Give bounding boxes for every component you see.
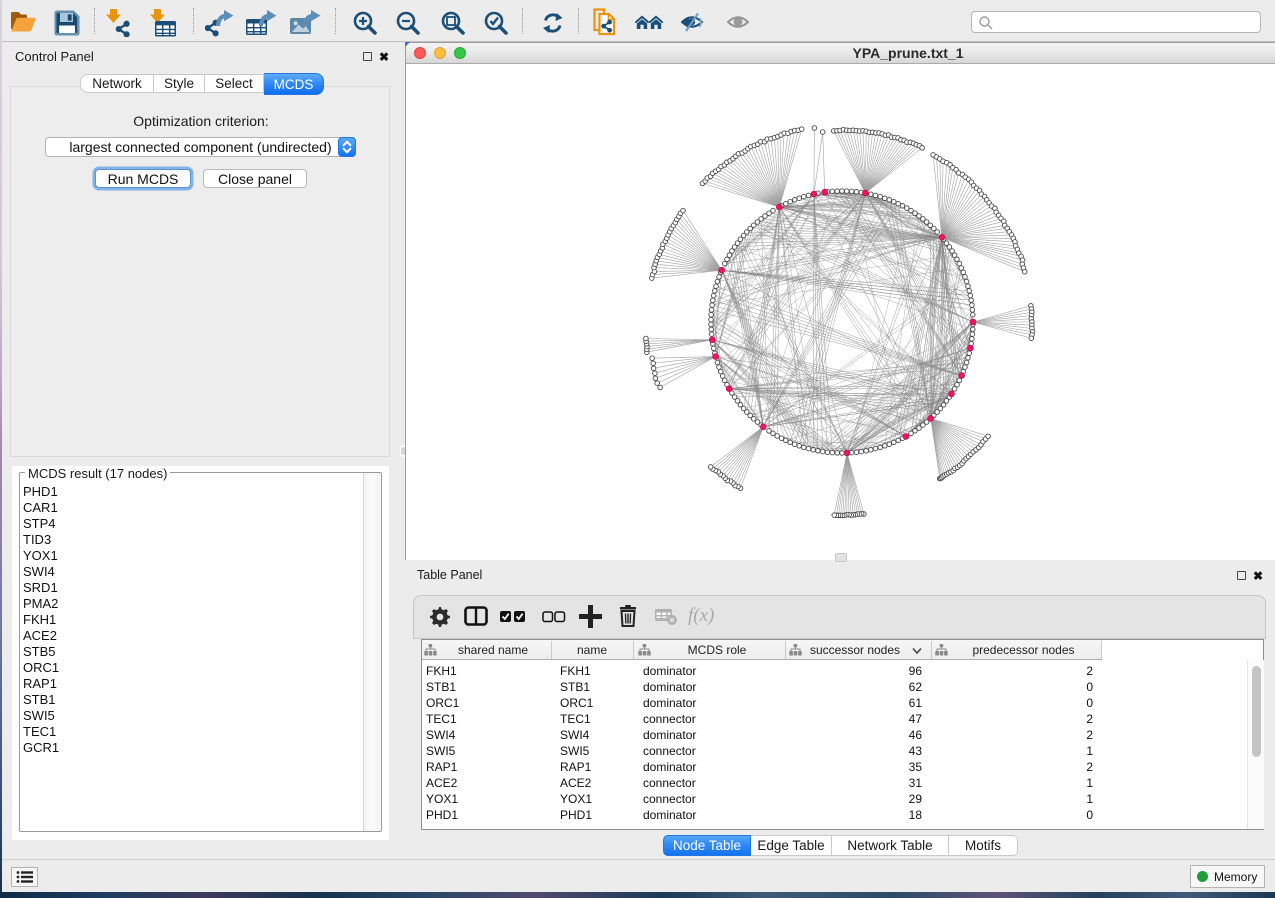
svg-text:f(x): f(x) <box>688 605 714 626</box>
